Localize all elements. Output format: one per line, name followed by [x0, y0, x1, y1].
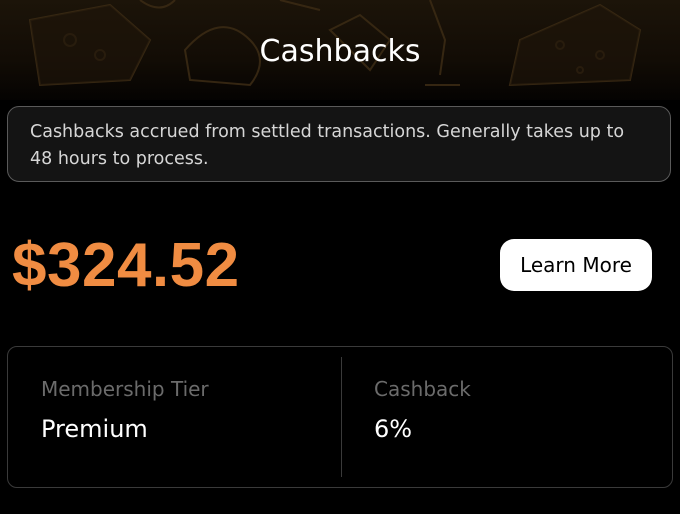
membership-tier-value: Premium [41, 415, 148, 443]
cashback-rate-value: 6% [374, 415, 413, 443]
membership-tier-label: Membership Tier [41, 377, 209, 401]
info-text: Cashbacks accrued from settled transacti… [30, 122, 625, 169]
membership-tier-stat: Membership Tier Premium [41, 377, 209, 443]
cashback-balance: $324.52 [12, 231, 240, 300]
membership-stats-card: Membership Tier Premium Cashback 6% [7, 346, 673, 488]
page-title: Cashbacks [259, 34, 421, 69]
info-banner: Cashbacks accrued from settled transacti… [7, 106, 671, 182]
learn-more-button[interactable]: Learn More [500, 239, 652, 291]
stats-divider [341, 357, 342, 477]
cashback-rate-label: Cashback [374, 377, 471, 401]
cashback-rate-stat: Cashback 6% [374, 377, 471, 443]
header-banner: Cashbacks [0, 0, 680, 100]
cashbacks-screen: Cashbacks Cashbacks accrued from settled… [0, 0, 680, 514]
